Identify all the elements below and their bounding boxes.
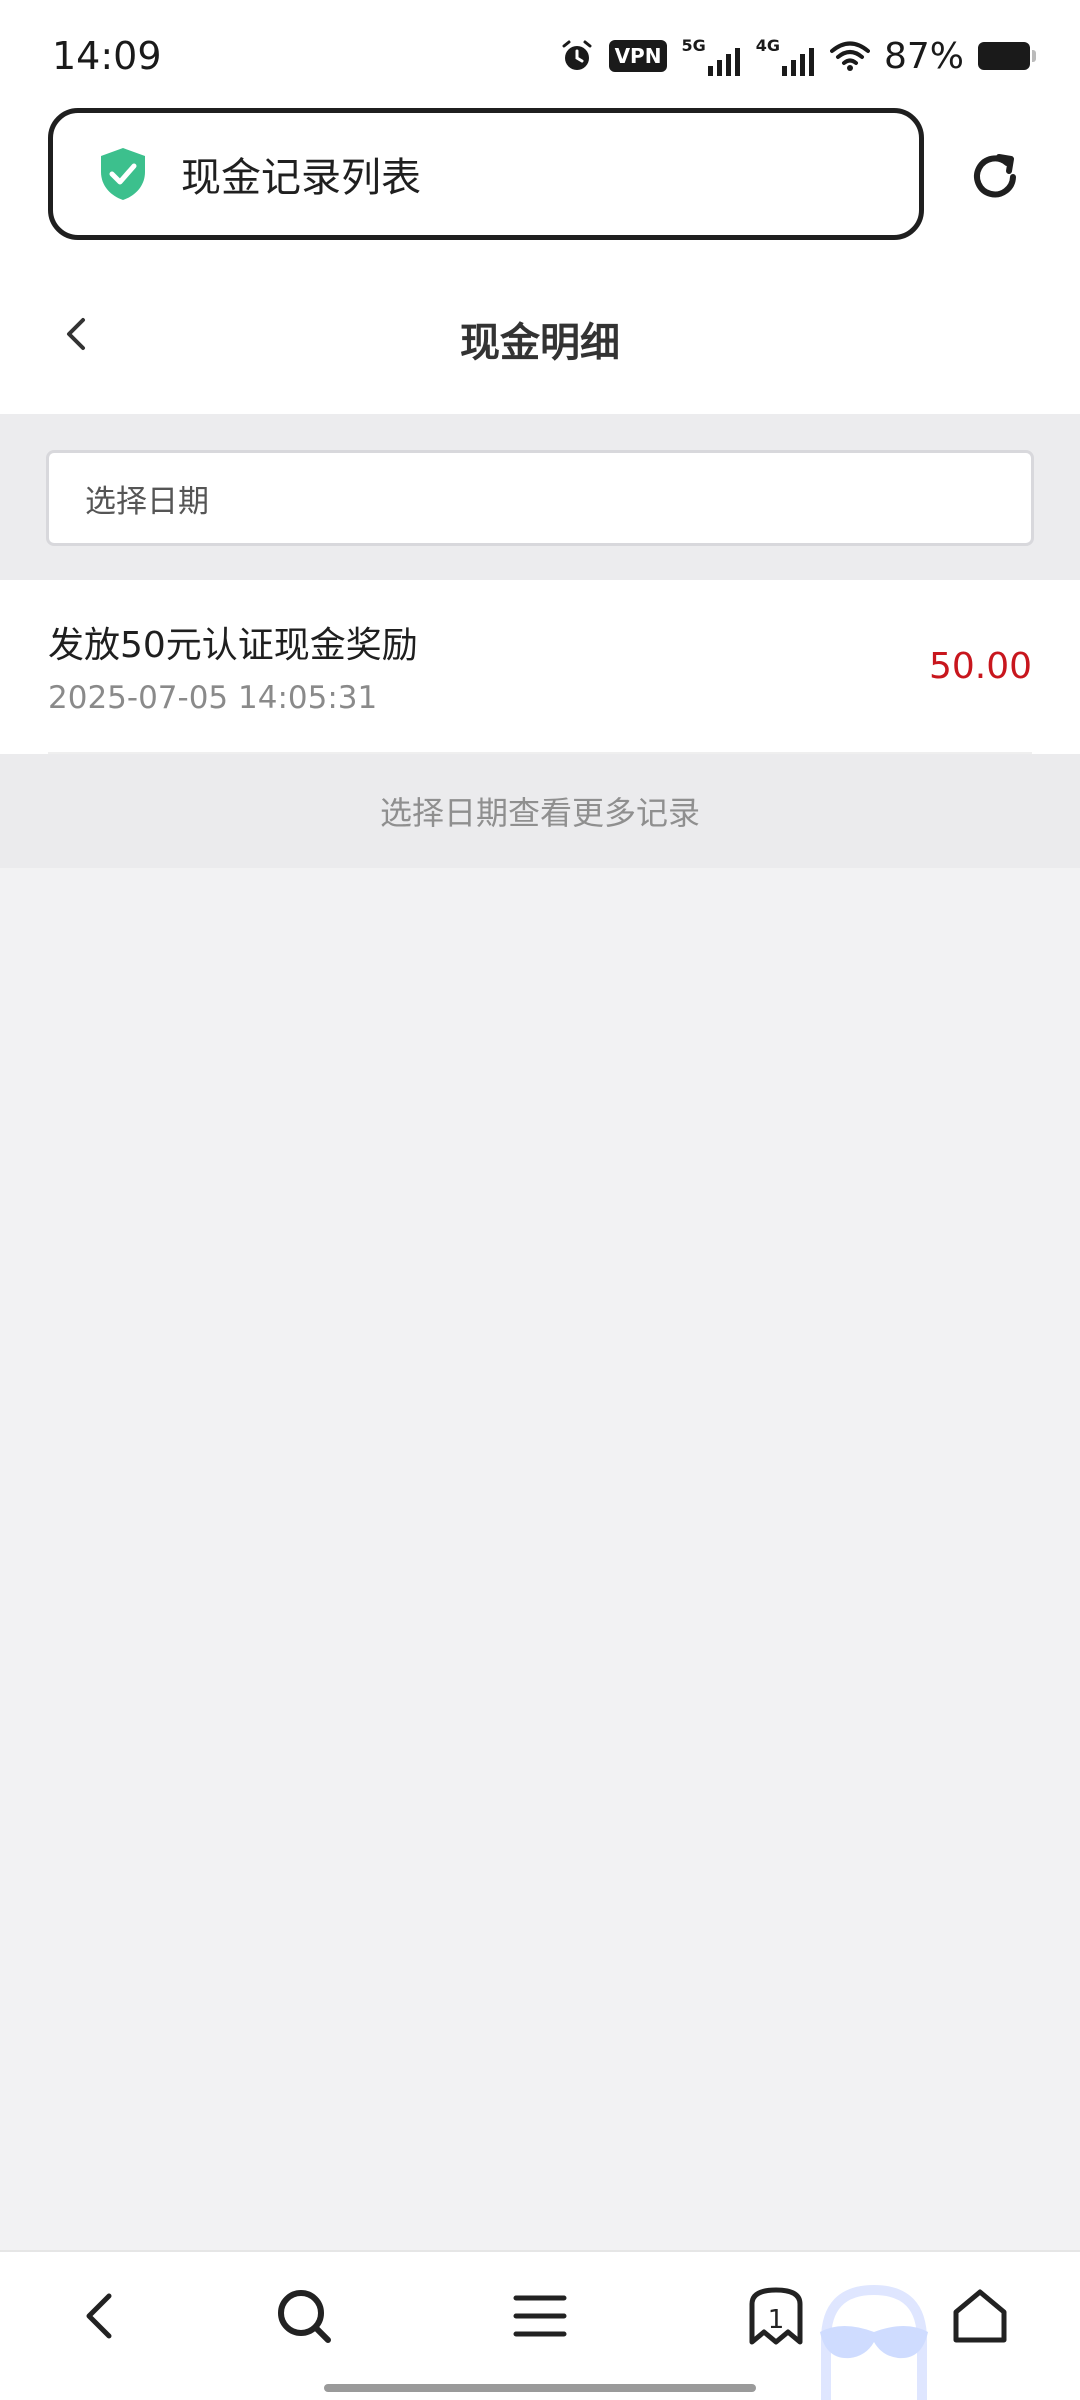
more-records-hint[interactable]: 选择日期查看更多记录 [0, 754, 1080, 868]
record-amount: 50.00 [928, 646, 1032, 687]
wifi-icon [829, 41, 870, 71]
home-icon [953, 2289, 1007, 2343]
toolbar-home-button[interactable] [940, 2276, 1020, 2356]
list-item[interactable]: 发放50元认证现金奖励 2025-07-05 14:05:31 50.00 [0, 580, 1080, 754]
signal-5g-icon: 5G [681, 36, 741, 76]
toolbar-menu-button[interactable] [500, 2276, 580, 2356]
shield-check-icon [101, 148, 145, 200]
search-icon [278, 2290, 331, 2343]
status-icons: VPN 5G 4G 87% [559, 30, 1036, 82]
tab-count: 1 [767, 2305, 785, 2335]
battery-percent: 87% [883, 35, 964, 77]
page-title: 现金明细 [460, 320, 620, 366]
signal-4g-icon: 4G [756, 36, 816, 76]
home-indicator [324, 2384, 756, 2392]
browser-address-area: 现金记录列表 [0, 104, 1080, 254]
page-label: 现金记录列表 [181, 155, 421, 201]
record-time: 2025-07-05 14:05:31 [48, 680, 378, 716]
mascot-icon [820, 2284, 928, 2400]
toolbar-tabs-button[interactable]: 1 [736, 2276, 816, 2356]
vpn-icon: VPN [608, 40, 668, 72]
toolbar-back-button[interactable] [60, 2276, 140, 2356]
status-bar: 14:09 VPN 5G 4G 87% [0, 0, 1080, 104]
reload-button[interactable] [960, 142, 1030, 212]
menu-icon [513, 2295, 567, 2337]
date-picker-input[interactable]: 选择日期 [46, 450, 1034, 546]
alarm-icon [562, 40, 592, 70]
page-header: 现金明细 [0, 254, 1080, 414]
network-label-5g: 5G [681, 36, 706, 55]
toolbar-search-button[interactable] [264, 2276, 344, 2356]
status-time: 14:09 [52, 34, 162, 78]
reload-icon [974, 154, 1016, 198]
record-title: 发放50元认证现金奖励 [48, 625, 418, 666]
address-bar[interactable]: 现金记录列表 [48, 108, 924, 240]
filter-area: 选择日期 [0, 414, 1080, 580]
battery-icon [978, 42, 1036, 70]
back-icon [86, 2293, 112, 2339]
network-label-4g: 4G [755, 36, 780, 55]
